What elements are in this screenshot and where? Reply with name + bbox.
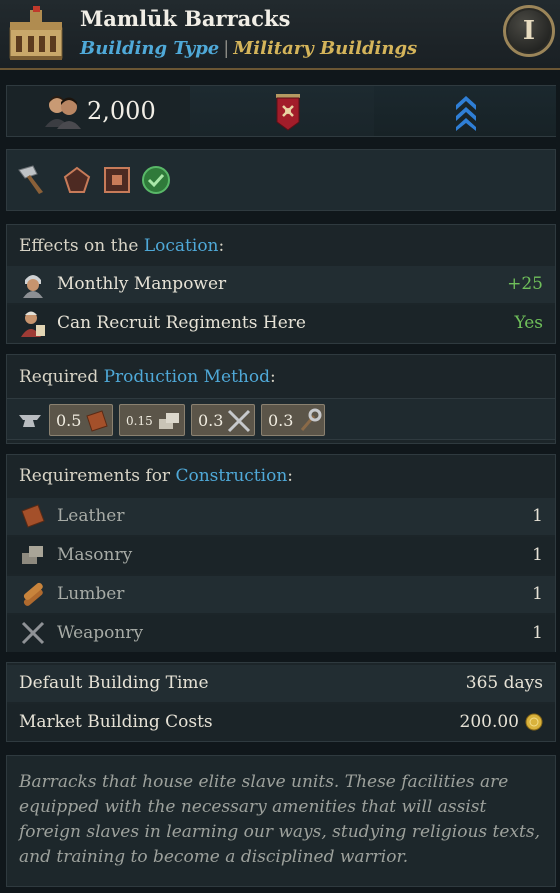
square-badge-icon[interactable] (102, 165, 132, 195)
pm-input-tools[interactable]: 0.3 (261, 404, 325, 436)
description-panel: Barracks that house elite slave units. T… (6, 755, 556, 887)
location-link[interactable]: Location (144, 236, 219, 256)
population-icon (45, 96, 81, 129)
pm-input-weaponry[interactable]: 0.3 (191, 404, 255, 436)
construction-row-lumber[interactable]: Lumber 1 (7, 576, 555, 613)
rank-cell[interactable] (374, 86, 556, 136)
building-category-link[interactable]: Military Buildings (233, 38, 417, 59)
masonry-icon (159, 413, 179, 429)
building-subtitle: Building Type | Military Buildings (80, 38, 417, 59)
lumber-icon (23, 582, 43, 606)
tools-icon (300, 408, 322, 431)
effect-value: Yes (514, 313, 543, 333)
production-method-row: 0.5 0.15 0.3 0.3 (6, 398, 556, 440)
population-cell[interactable]: 2,000 (7, 86, 190, 136)
weaponry-icon (227, 409, 251, 433)
subtitle-separator: | (223, 38, 230, 59)
leather-icon (86, 410, 108, 432)
green-check-icon[interactable] (141, 165, 171, 195)
weaponry-icon (21, 621, 45, 645)
stats-bar: 2,000 (6, 85, 556, 137)
leather-icon (21, 504, 45, 528)
effect-label: Can Recruit Regiments Here (57, 313, 306, 333)
market-cost-row[interactable]: Market Building Costs 200.00 (7, 704, 555, 741)
effect-row-manpower[interactable]: Monthly Manpower +25 (7, 266, 555, 303)
barracks-building-icon (9, 6, 63, 60)
tooltip-header: Mamlūk Barracks Building Type | Military B… (0, 0, 560, 70)
era-badge-button[interactable]: I (503, 5, 555, 57)
construction-link[interactable]: Construction (175, 466, 287, 486)
effect-label: Monthly Manpower (57, 274, 227, 294)
rank-chevrons-icon (456, 96, 476, 131)
building-type-link[interactable]: Building Type (80, 38, 219, 59)
effect-row-recruit[interactable]: Can Recruit Regiments Here Yes (7, 305, 555, 342)
masonry-icon (22, 546, 43, 564)
pm-input-leather[interactable]: 0.5 (49, 404, 113, 436)
building-title: Mamlūk Barracks (80, 6, 291, 31)
military-cell[interactable] (190, 86, 374, 136)
military-banner-icon (276, 94, 300, 131)
production-method-link[interactable]: Production Method (104, 367, 270, 387)
era-label: I (522, 16, 536, 46)
anvil-icon (19, 415, 41, 427)
effects-panel: Effects on the Location: Monthly Manpowe… (6, 224, 556, 344)
construction-panel: Requirements for Construction: Leather 1… (6, 454, 556, 652)
pm-input-masonry[interactable]: 0.15 (119, 404, 185, 436)
costs-panel: Default Building Time 365 days Market Bu… (6, 662, 556, 742)
hammer-icon[interactable] (15, 162, 49, 196)
recruit-portrait-icon (21, 311, 45, 337)
construction-row-leather[interactable]: Leather 1 (7, 498, 555, 535)
building-description: Barracks that house elite slave units. T… (19, 772, 540, 867)
effect-value: +25 (507, 274, 543, 294)
pentagon-badge-icon[interactable] (62, 165, 92, 195)
construction-row-weaponry[interactable]: Weaponry 1 (7, 615, 555, 652)
gold-coin-icon (525, 713, 543, 731)
construction-title: Requirements for Construction: (19, 466, 293, 486)
construction-row-masonry[interactable]: Masonry 1 (7, 537, 555, 574)
production-title: Required Production Method: (19, 367, 276, 387)
building-time-row[interactable]: Default Building Time 365 days (7, 665, 555, 702)
building-tags-row (6, 149, 556, 211)
population-value: 2,000 (87, 97, 156, 125)
effects-title: Effects on the Location: (19, 236, 225, 256)
soldier-portrait-icon (23, 275, 43, 298)
